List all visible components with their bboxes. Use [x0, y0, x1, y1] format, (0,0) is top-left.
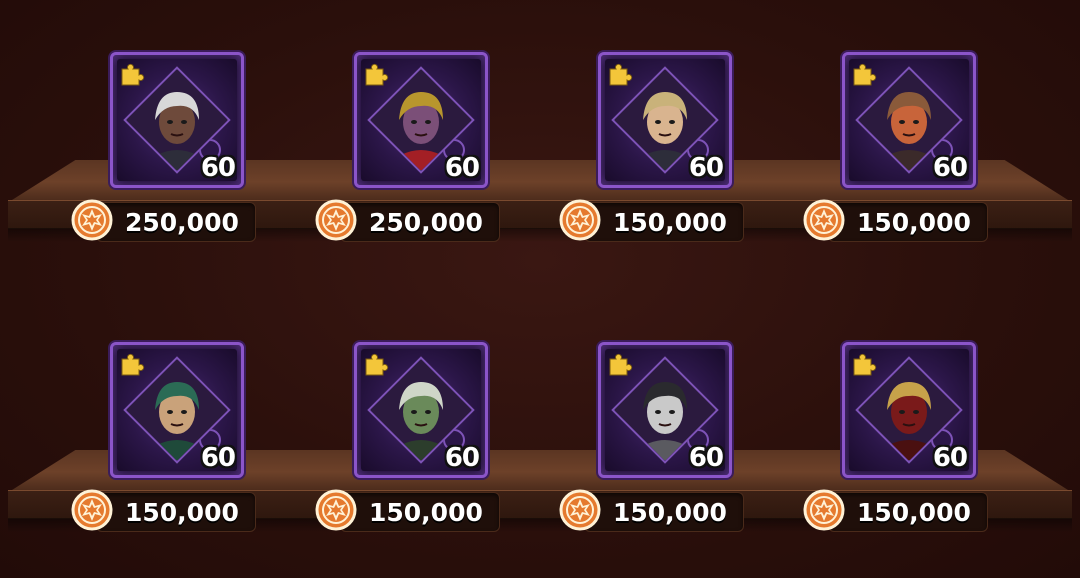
- shop-item[interactable]: 60 150,000: [803, 52, 988, 252]
- price-label: 150,000: [369, 498, 483, 527]
- puzzle-piece-icon: [121, 353, 145, 376]
- shop-item[interactable]: 60 150,000: [315, 342, 500, 542]
- price-bar[interactable]: 150,000: [71, 489, 256, 532]
- shop-item[interactable]: 60 250,000: [71, 52, 256, 252]
- hero-fragment-card[interactable]: 60: [354, 52, 488, 188]
- puzzle-piece-icon: [365, 63, 389, 86]
- price-label: 150,000: [857, 498, 971, 527]
- price-bar[interactable]: 150,000: [559, 489, 744, 532]
- price-label: 150,000: [857, 208, 971, 237]
- hero-fragment-card[interactable]: 60: [598, 342, 732, 478]
- price-bar[interactable]: 150,000: [803, 199, 988, 242]
- price-label: 150,000: [613, 208, 727, 237]
- shop-item[interactable]: 60 150,000: [559, 342, 744, 542]
- puzzle-piece-icon: [609, 353, 633, 376]
- puzzle-piece-icon: [609, 63, 633, 86]
- fragment-level: 60: [444, 443, 480, 473]
- gold-coin-icon: [803, 489, 845, 531]
- shop-item[interactable]: 60 150,000: [559, 52, 744, 252]
- shop-item[interactable]: 60 150,000: [71, 342, 256, 542]
- fragment-level: 60: [932, 443, 968, 473]
- puzzle-piece-icon: [121, 63, 145, 86]
- gold-coin-icon: [803, 199, 845, 241]
- gold-coin-icon: [71, 199, 113, 241]
- price-label: 150,000: [613, 498, 727, 527]
- gold-coin-icon: [71, 489, 113, 531]
- hero-fragment-card[interactable]: 60: [110, 52, 244, 188]
- fragment-level: 60: [200, 443, 236, 473]
- puzzle-piece-icon: [853, 353, 877, 376]
- shop-item[interactable]: 60 250,000: [315, 52, 500, 252]
- fragment-level: 60: [200, 153, 236, 183]
- puzzle-piece-icon: [365, 353, 389, 376]
- price-bar[interactable]: 150,000: [559, 199, 744, 242]
- hero-fragment-card[interactable]: 60: [110, 342, 244, 478]
- gold-coin-icon: [315, 489, 357, 531]
- gold-coin-icon: [559, 489, 601, 531]
- gold-coin-icon: [559, 199, 601, 241]
- fragment-level: 60: [688, 443, 724, 473]
- price-label: 250,000: [369, 208, 483, 237]
- gold-coin-icon: [315, 199, 357, 241]
- shop-item[interactable]: 60 150,000: [803, 342, 988, 542]
- puzzle-piece-icon: [853, 63, 877, 86]
- price-label: 250,000: [125, 208, 239, 237]
- fragment-level: 60: [444, 153, 480, 183]
- price-bar[interactable]: 250,000: [315, 199, 500, 242]
- hero-fragment-card[interactable]: 60: [598, 52, 732, 188]
- hero-fragment-card[interactable]: 60: [842, 342, 976, 478]
- price-bar[interactable]: 250,000: [71, 199, 256, 242]
- price-label: 150,000: [125, 498, 239, 527]
- price-bar[interactable]: 150,000: [803, 489, 988, 532]
- fragment-level: 60: [688, 153, 724, 183]
- price-bar[interactable]: 150,000: [315, 489, 500, 532]
- hero-fragment-card[interactable]: 60: [842, 52, 976, 188]
- fragment-level: 60: [932, 153, 968, 183]
- hero-fragment-card[interactable]: 60: [354, 342, 488, 478]
